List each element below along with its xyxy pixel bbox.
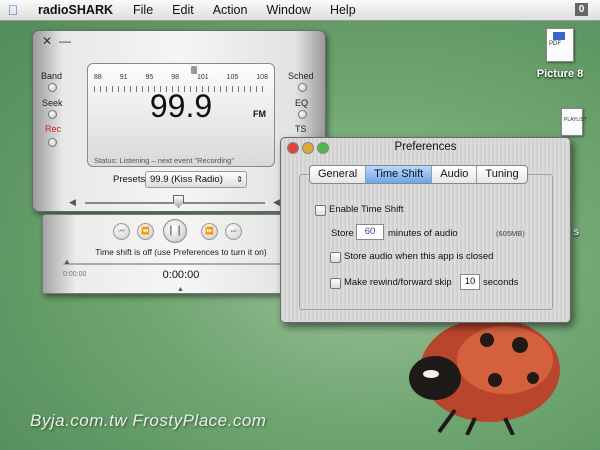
enable-time-shift-checkbox[interactable] [315,205,326,216]
fast-forward-icon[interactable]: ⏩ [201,223,218,240]
menu-file[interactable]: File [133,3,153,17]
tab-general[interactable]: General [310,166,367,183]
minutes-label: minutes of audio [388,228,458,239]
preferences-window: Preferences General Time Shift Audio Tun… [280,137,571,323]
volume-knob[interactable] [173,195,184,208]
store-minutes-input[interactable]: 60 [356,224,384,240]
rec-button[interactable] [48,138,57,147]
tab-time-shift[interactable]: Time Shift [366,166,433,183]
frequency-readout: 99.9 [149,88,213,124]
menu-edit[interactable]: Edit [172,3,194,17]
tab-bar: General Time Shift Audio Tuning [309,165,528,184]
desktop-icon-picture8[interactable]: PDF Picture 8 [530,28,590,80]
sched-label: Sched [288,71,314,81]
size-label: (605MB) [496,229,525,238]
minimize-icon[interactable]: — [59,34,71,48]
playlist-document-icon: PLAYLIST [561,108,587,136]
skip-label: Make rewind/forward skip [344,277,452,288]
tuner-needle[interactable] [191,66,197,74]
settings-group [299,174,553,310]
pause-button[interactable]: ❙❙ [163,219,187,243]
speaker-low-icon: ◀ [69,197,76,207]
app-menu[interactable]: radioSHARK [38,3,113,17]
sched-button[interactable] [298,83,307,92]
seconds-label: seconds [483,277,519,288]
menu-action[interactable]: Action [213,3,248,17]
band-indicator: FM [253,109,266,119]
timeshift-scrubber[interactable] [63,263,303,265]
rewind-icon[interactable]: ⏪ [137,223,154,240]
store-when-closed-checkbox[interactable] [330,252,341,263]
close-icon[interactable]: ✕ [42,34,52,48]
band-label: Band [41,71,63,81]
status-badge[interactable]: 0 [575,3,588,16]
menu-bar:  radioSHARK File Edit Action Window Hel… [0,0,600,21]
timeshift-clock: 0:00:00 [162,269,200,281]
timeshift-panel: ⏮ ⏪ ❙❙ ⏩ ⏭ Time shift is off (use Prefer… [42,214,320,294]
collapse-grip-icon[interactable]: ▲ [177,286,184,293]
apple-menu-icon[interactable]:  [0,2,26,18]
ts-label: TS [295,124,307,134]
skip-checkbox[interactable] [330,278,341,289]
eq-button[interactable] [298,110,307,119]
store-label: Store [331,228,354,239]
eq-label: EQ [295,98,309,108]
rec-label: Rec [45,124,62,134]
seek-label: Seek [42,98,63,108]
skip-forward-icon[interactable]: ⏭ [225,223,242,240]
window-title: Preferences [394,141,457,153]
skip-seconds-input[interactable]: 10 [460,274,480,290]
skip-back-icon[interactable]: ⏮ [113,223,130,240]
tab-audio[interactable]: Audio [432,166,478,183]
seek-button[interactable] [48,110,57,119]
status-text: Status: Listening – next event "Recordin… [94,156,234,165]
scrubber-thumb[interactable]: ▲ [63,257,71,266]
pdf-document-icon: PDF [546,28,574,62]
frequency-scale: 88 91 95 98 101 105 108 [94,74,268,81]
store-when-closed-label: Store audio when this app is closed [344,251,494,262]
desktop-icon-label: Picture 8 [536,68,584,80]
band-button[interactable] [48,83,57,92]
chevron-updown-icon: ⇕ [236,175,243,184]
menu-help[interactable]: Help [330,3,356,17]
presets-label: Presets: [113,174,148,185]
menu-window[interactable]: Window [266,3,310,17]
timeshift-message: Time shift is off (use Preferences to tu… [95,247,267,257]
tab-tuning[interactable]: Tuning [477,166,526,183]
presets-select[interactable]: 99.9 (Kiss Radio) ⇕ [145,171,247,188]
watermark-text: Byja.com.tw FrostyPlace.com [30,411,267,430]
tuner-display: 88 91 95 98 101 105 108 99.9 FM Status: List… [87,63,275,167]
enable-time-shift-label: Enable Time Shift [329,204,404,215]
